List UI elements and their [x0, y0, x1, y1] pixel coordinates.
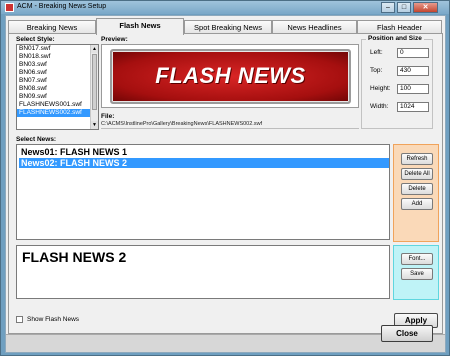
style-item[interactable]: BN07.swf: [17, 77, 98, 85]
width-field[interactable]: 1024: [397, 102, 429, 112]
select-style-label: Select Style:: [16, 36, 55, 43]
scroll-thumb[interactable]: [92, 54, 97, 110]
window-title: ACM - Breaking News Setup: [17, 3, 107, 10]
style-item[interactable]: BN09.swf: [17, 93, 98, 101]
news-item[interactable]: News01: FLASH NEWS 1: [19, 147, 389, 157]
style-item[interactable]: BN017.swf: [17, 45, 98, 53]
editor-actions-panel: Font... Save: [393, 245, 439, 300]
file-path: C:\ACMS\InstlinePro\Gallery\BreakingNews…: [101, 121, 359, 129]
width-label: Width:: [370, 103, 389, 110]
position-size-group: Position and Size Left: 0 Top: 430 Heigh…: [361, 35, 433, 129]
show-flash-news-checkbox[interactable]: [16, 316, 23, 323]
show-flash-news-label: Show Flash News: [27, 316, 80, 323]
delete-all-button[interactable]: Delete All: [401, 168, 433, 180]
tab-flash-news[interactable]: Flash News: [96, 18, 184, 35]
top-label: Top:: [370, 67, 383, 74]
top-field[interactable]: 430: [397, 66, 429, 76]
scroll-up-arrow-icon[interactable]: ▲: [91, 45, 98, 53]
app-window: ACM - Breaking News Setup – □ ✕ Breaking…: [0, 0, 450, 356]
style-item-selected[interactable]: FLASHNEWS002.swf: [17, 109, 98, 117]
news-item-selected[interactable]: News02: FLASH NEWS 2: [19, 158, 389, 168]
news-actions-panel: Refresh Delete All Delete Add: [393, 144, 439, 242]
style-item[interactable]: FLASHNEWS001.swf: [17, 101, 98, 109]
position-size-title: Position and Size: [366, 35, 424, 42]
height-field[interactable]: 100: [397, 84, 429, 94]
height-label: Height:: [370, 85, 391, 92]
maximize-button[interactable]: □: [397, 2, 411, 13]
news-listbox[interactable]: News01: FLASH NEWS 1 News02: FLASH NEWS …: [16, 144, 390, 240]
left-field[interactable]: 0: [397, 48, 429, 58]
preview-label: Preview:: [101, 36, 128, 43]
title-bar[interactable]: ACM - Breaking News Setup – □ ✕: [1, 1, 449, 14]
tab-news-headlines[interactable]: News Headlines: [272, 20, 357, 34]
tab-breaking-news[interactable]: Breaking News: [8, 20, 96, 34]
file-label: File:: [101, 113, 115, 120]
select-news-label: Select News:: [16, 136, 57, 143]
style-item[interactable]: BN03.swf: [17, 61, 98, 69]
preview-area: FLASH NEWS: [101, 44, 359, 108]
minimize-button[interactable]: –: [381, 2, 395, 13]
scroll-down-arrow-icon[interactable]: ▼: [91, 121, 98, 129]
save-button[interactable]: Save: [401, 268, 433, 280]
style-item[interactable]: BN018.swf: [17, 53, 98, 61]
flash-news-banner: FLASH NEWS: [110, 49, 351, 104]
editor-text: FLASH NEWS 2: [22, 249, 127, 265]
add-button[interactable]: Add: [401, 198, 433, 210]
style-listbox[interactable]: BN017.swf BN018.swf BN03.swf BN06.swf BN…: [16, 44, 99, 130]
tab-flash-header[interactable]: Flash Header: [357, 20, 442, 34]
style-list-scrollbar[interactable]: ▲ ▼: [90, 45, 98, 129]
app-icon: [5, 3, 14, 12]
delete-button[interactable]: Delete: [401, 183, 433, 195]
client-area: Breaking News Flash News Spot Breaking N…: [5, 15, 446, 353]
news-text-editor[interactable]: FLASH NEWS 2: [16, 245, 390, 299]
bottom-bar: [6, 334, 445, 352]
tab-spot-breaking-news[interactable]: Spot Breaking News: [184, 20, 272, 34]
refresh-button[interactable]: Refresh: [401, 153, 433, 165]
font-button[interactable]: Font...: [401, 253, 433, 265]
style-item[interactable]: BN08.swf: [17, 85, 98, 93]
left-label: Left:: [370, 49, 383, 56]
tab-bar: Breaking News Flash News Spot Breaking N…: [8, 18, 443, 35]
close-button[interactable]: Close: [381, 325, 433, 342]
window-close-button[interactable]: ✕: [413, 2, 438, 13]
style-item[interactable]: BN06.swf: [17, 69, 98, 77]
banner-text: FLASH NEWS: [155, 63, 306, 88]
